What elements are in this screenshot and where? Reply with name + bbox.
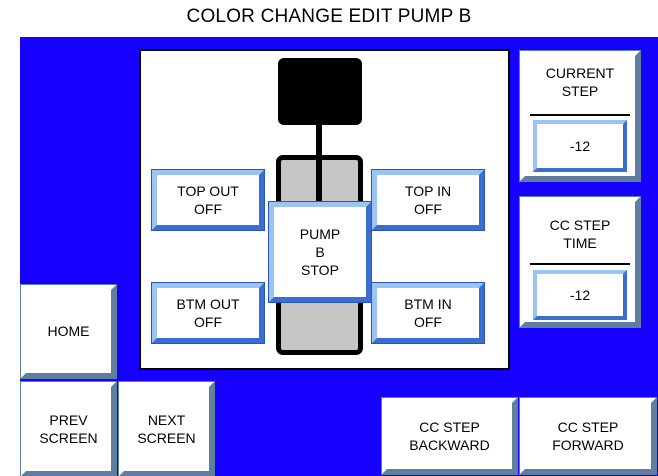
top-out-valve-button[interactable]: TOP OUT OFF bbox=[151, 169, 265, 231]
next-screen-button-label: NEXT SCREEN bbox=[137, 411, 196, 446]
btm-out-valve-label: BTM OUT OFF bbox=[176, 295, 240, 330]
cc-step-forward-button[interactable]: CC STEP FORWARD bbox=[519, 397, 657, 475]
pump-piston-rod bbox=[316, 160, 322, 205]
pump-motor-block bbox=[278, 58, 362, 125]
cc-step-backward-button[interactable]: CC STEP BACKWARD bbox=[381, 397, 518, 475]
prev-screen-button[interactable]: PREV SCREEN bbox=[20, 381, 117, 476]
cc-step-time-divider bbox=[530, 263, 630, 265]
current-step-value: -12 bbox=[533, 120, 627, 172]
top-out-valve-label: TOP OUT OFF bbox=[177, 182, 239, 217]
next-screen-button[interactable]: NEXT SCREEN bbox=[118, 381, 215, 476]
btm-in-valve-button[interactable]: BTM IN OFF bbox=[371, 282, 485, 344]
home-button[interactable]: HOME bbox=[20, 284, 117, 379]
cc-step-time-label: CC STEP TIME bbox=[549, 217, 611, 252]
page-title: COLOR CHANGE EDIT PUMP B bbox=[186, 6, 472, 27]
cc-step-forward-button-label: CC STEP FORWARD bbox=[552, 418, 624, 453]
current-step-label: CURRENT STEP bbox=[545, 65, 615, 100]
btm-in-valve-label: BTM IN OFF bbox=[404, 295, 452, 330]
top-in-valve-label: TOP IN OFF bbox=[404, 182, 452, 217]
top-in-valve-button[interactable]: TOP IN OFF bbox=[371, 169, 485, 231]
cc-step-time-value[interactable]: -12 bbox=[533, 270, 627, 320]
cc-step-backward-button-label: CC STEP BACKWARD bbox=[409, 418, 490, 453]
home-button-label: HOME bbox=[47, 323, 90, 340]
pump-status-label: PUMP B STOP bbox=[299, 225, 341, 279]
btm-out-valve-button[interactable]: BTM OUT OFF bbox=[151, 282, 265, 344]
pump-status-button[interactable]: PUMP B STOP bbox=[268, 201, 372, 303]
current-step-divider bbox=[530, 114, 630, 116]
prev-screen-button-label: PREV SCREEN bbox=[39, 411, 98, 446]
